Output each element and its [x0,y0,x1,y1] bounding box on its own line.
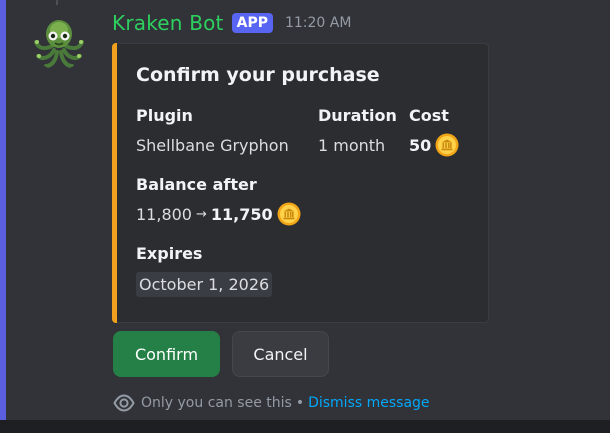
kraken-avatar-icon [30,12,88,70]
message-header: Kraken Bot APP 11:20 AM [112,6,351,40]
field-duration-label: Duration [318,106,397,125]
coin-icon [277,202,301,226]
coin-icon [435,133,459,157]
field-cost-value: 50 [409,133,459,157]
field-expires-value: October 1, 2026 [136,272,273,297]
confirm-button[interactable]: Confirm [113,331,220,377]
embed-title: Confirm your purchase [136,64,380,86]
ephemeral-notice: Only you can see this • Dismiss message [113,392,430,414]
field-balance-value: 11,800 → 11,750 [136,202,301,226]
app-badge: APP [231,13,273,33]
balance-after: 11,750 [210,204,273,224]
ephemeral-separator: • [295,395,305,411]
bottom-divider [0,420,610,433]
field-plugin-value: Shellbane Gryphon [136,136,289,155]
field-cost-label: Cost [409,106,449,125]
field-plugin-label: Plugin [136,106,193,125]
field-expires-label: Expires [136,244,203,263]
field-balance-label: Balance after [136,175,257,194]
purchase-embed: Confirm your purchase Plugin Shellbane G… [112,43,489,323]
eye-icon [113,394,135,412]
expires-date[interactable]: October 1, 2026 [136,272,273,297]
avatar[interactable] [30,12,88,70]
field-duration-value: 1 month [318,136,386,155]
message-timestamp[interactable]: 11:20 AM [285,15,351,31]
balance-before: 11,800 [136,204,192,224]
arrow-right-icon: → [195,206,207,222]
cancel-button[interactable]: Cancel [232,331,329,377]
author-name[interactable]: Kraken Bot [112,11,224,35]
message-highlight-bar [0,0,6,420]
cost-amount: 50 [409,135,432,155]
ephemeral-text: Only you can see this [141,395,292,411]
dismiss-message-link[interactable]: Dismiss message [308,395,429,411]
embed-accent-bar [112,43,117,323]
reply-connector [56,0,66,5]
